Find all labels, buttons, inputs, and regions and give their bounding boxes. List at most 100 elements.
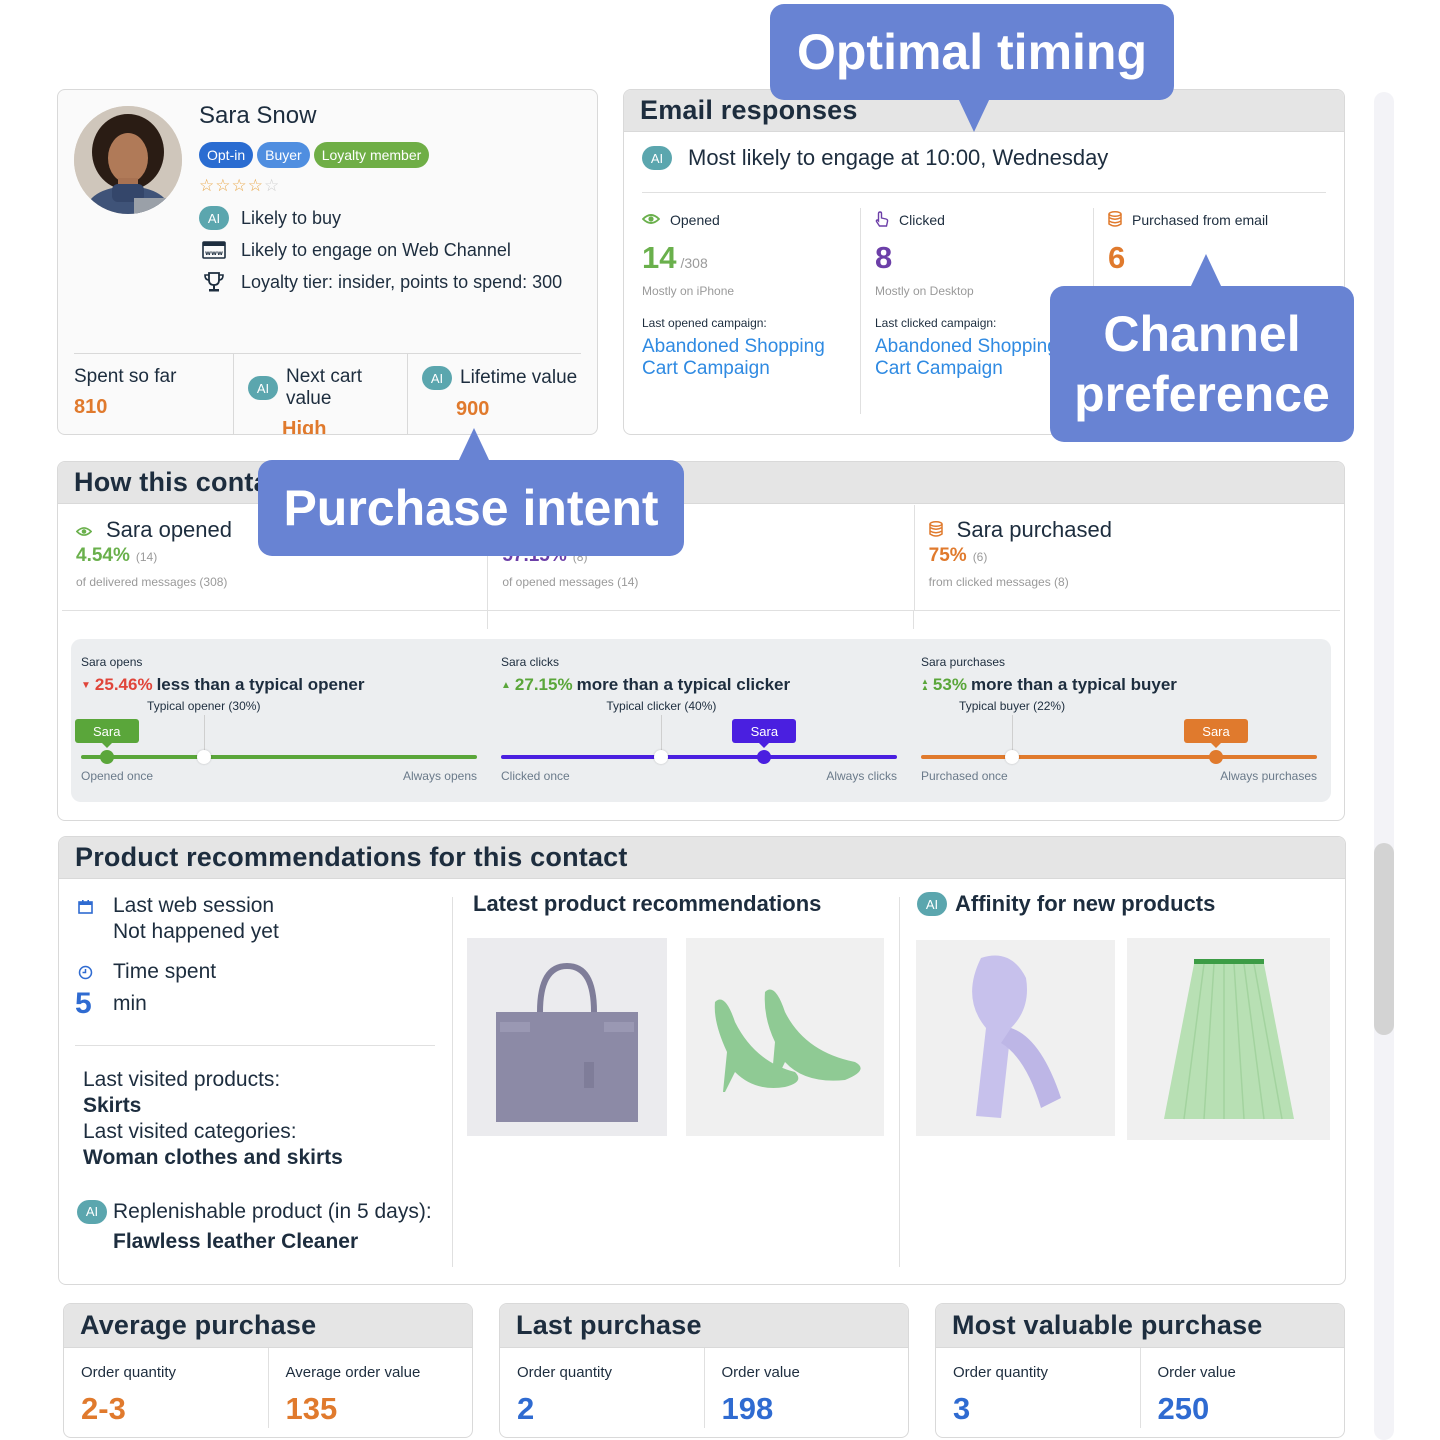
product-handbag[interactable] — [467, 938, 667, 1136]
reco-title: Product recommendations for this contact — [75, 842, 628, 872]
purchases-slider-track — [921, 755, 1317, 759]
comparison-text: more than a typical clicker — [576, 675, 791, 694]
clock-icon — [75, 959, 95, 985]
tag-loyalty-member: Loyalty member — [313, 142, 430, 168]
divider — [75, 1045, 435, 1046]
callout-channel-preference: Channel preference — [1050, 254, 1354, 442]
kpi-value: High — [282, 418, 327, 435]
attribute-label: Loyalty tier: insider, points to spend: … — [241, 271, 563, 292]
divider — [642, 192, 1326, 193]
stat-device: Mostly on iPhone — [642, 284, 735, 298]
time-spent-label: Time spent — [113, 960, 217, 983]
scrollbar-thumb[interactable] — [1374, 843, 1394, 1036]
scarf-icon — [971, 955, 1061, 1118]
last-products-value: Skirts — [83, 1094, 142, 1117]
star-icon: ☆ — [231, 176, 247, 195]
calendar-icon — [75, 893, 95, 945]
order-quantity-value: 2 — [517, 1391, 535, 1426]
product-recommendations-card: Product recommendations for this contact… — [58, 836, 1346, 1285]
last-clicked-campaign-link[interactable]: Abandoned Shopping Cart Campaign — [875, 336, 1079, 380]
slider-max-label: Always purchases — [1220, 769, 1317, 783]
order-value-label: Order value — [721, 1364, 800, 1381]
product-heels[interactable] — [686, 938, 884, 1136]
most-valuable-purchase-card: Most valuable purchase Order quantity 3 O… — [935, 1303, 1345, 1438]
comparison-purchases: Sara purchases ▲ ▲ 53% more than a typical … — [911, 639, 1331, 802]
stat-sub: from clicked messages (8) — [928, 575, 1069, 589]
tag-opt-in: Opt-in — [199, 142, 254, 168]
typical-marker-line — [1012, 715, 1014, 755]
trend-up-double-icon: ▲ ▲ — [921, 677, 929, 692]
visited-info: Last visited products: Skirts Last visit… — [83, 1067, 343, 1171]
stat-label: Clicked — [899, 212, 945, 228]
comparison-clicks: Sara clicks ▲ 27.15% more than a typical c… — [491, 639, 911, 802]
comparison-text: more than a typical buyer — [970, 675, 1177, 694]
eye-icon — [641, 212, 661, 228]
typical-label: Typical clicker (40%) — [606, 699, 717, 713]
sara-tag: Sara — [732, 719, 797, 743]
www-icon: www — [199, 241, 229, 259]
contact-name: Sara Snow — [199, 102, 317, 129]
comparison-label: Sara clicks — [501, 655, 560, 669]
stat-value: 6 — [1108, 240, 1126, 275]
last-purchase-title: Last purchase — [516, 1310, 702, 1340]
comparison-label: Sara opens — [81, 655, 143, 669]
time-spent-unit: min — [113, 992, 147, 1015]
product-scarf[interactable] — [916, 940, 1115, 1136]
stat-sub: of delivered messages (308) — [76, 575, 228, 589]
last-opened-campaign-link[interactable]: Abandoned Shopping Cart Campaign — [642, 336, 846, 380]
campaign-label: Last opened campaign: — [642, 316, 767, 330]
heels-icon — [714, 989, 861, 1092]
stat-title: Sara opened — [106, 517, 232, 542]
callout-line: preference — [1074, 366, 1330, 422]
email-stat-opened: Opened 14/308 Mostly on iPhone Last open… — [641, 208, 861, 414]
comparison-delta: 53% — [932, 675, 967, 694]
stat-label: Purchased from email — [1132, 212, 1269, 228]
typical-marker — [1005, 750, 1020, 764]
stat-title: Sara purchased — [956, 517, 1112, 542]
vertical-scrollbar[interactable] — [1374, 92, 1394, 1440]
comparison-delta: 25.46% — [94, 675, 153, 694]
behavior-header: How this contact behaves — [58, 462, 1344, 504]
average-purchase-card: Average purchase Order quantity 2-3 Avera… — [63, 1303, 473, 1438]
callout-line: Channel — [1103, 306, 1301, 362]
typical-label: Typical buyer (22%) — [959, 699, 1066, 713]
trophy-icon — [199, 271, 229, 293]
order-value-value: 135 — [285, 1391, 338, 1426]
stat-count: (6) — [972, 550, 988, 564]
stat-label: Opened — [670, 212, 720, 228]
sara-marker[interactable] — [1209, 750, 1224, 764]
kpi-lifetime-value: AI Lifetime value 900 — [408, 354, 581, 434]
slider-min-label: Clicked once — [501, 769, 570, 783]
avatar — [74, 106, 182, 214]
comparison-panel: Sara opens ▼ 25.46% less than a typical op… — [71, 639, 1331, 802]
attribute-list: AI Likely to buy www Likely to engage on… — [199, 202, 562, 298]
latest-reco-title: Latest product recommendations — [473, 891, 821, 917]
callout-purchase-intent: Purchase intent — [258, 428, 684, 556]
profile-card: Sara Snow Opt-in Buyer Loyalty member ☆ ☆… — [57, 89, 598, 435]
product-skirt[interactable] — [1127, 938, 1330, 1140]
last-session-value: Not happened yet — [113, 920, 279, 943]
kpi-label: Next cart value — [286, 366, 363, 409]
sara-marker[interactable] — [757, 750, 772, 764]
most-valuable-purchase-title: Most valuable purchase — [952, 1310, 1263, 1340]
affinity-label: Affinity for new products — [955, 891, 1216, 916]
kpi-value: 900 — [456, 398, 490, 420]
kpi-next-cart-value: AI Next cart value High — [234, 354, 408, 435]
attribute-likely-to-buy: AI Likely to buy — [199, 202, 562, 234]
sara-marker[interactable] — [99, 750, 114, 764]
last-categories-value: Woman clothes and skirts — [83, 1146, 343, 1169]
engage-time: AI Most likely to engage at 10:00, Wedne… — [642, 145, 1108, 171]
last-purchase-card: Last purchase Order quantity 2 Order valu… — [499, 1303, 909, 1438]
star-icon: ☆ — [247, 176, 263, 195]
order-quantity-label: Order quantity — [517, 1364, 613, 1381]
campaign-label: Last clicked campaign: — [875, 316, 997, 330]
trend-up-icon: ▲ — [501, 679, 511, 691]
time-spent-value-row: 5 min — [75, 989, 445, 1019]
kpi-spent-so-far: Spent so far 810 — [74, 354, 234, 434]
eye-icon — [75, 517, 93, 543]
tag-buyer: Buyer — [257, 142, 310, 168]
slider-min-label: Purchased once — [921, 769, 1008, 783]
ai-badge: AI — [422, 366, 452, 390]
sara-tag: Sara — [74, 719, 139, 743]
divider — [913, 611, 914, 629]
